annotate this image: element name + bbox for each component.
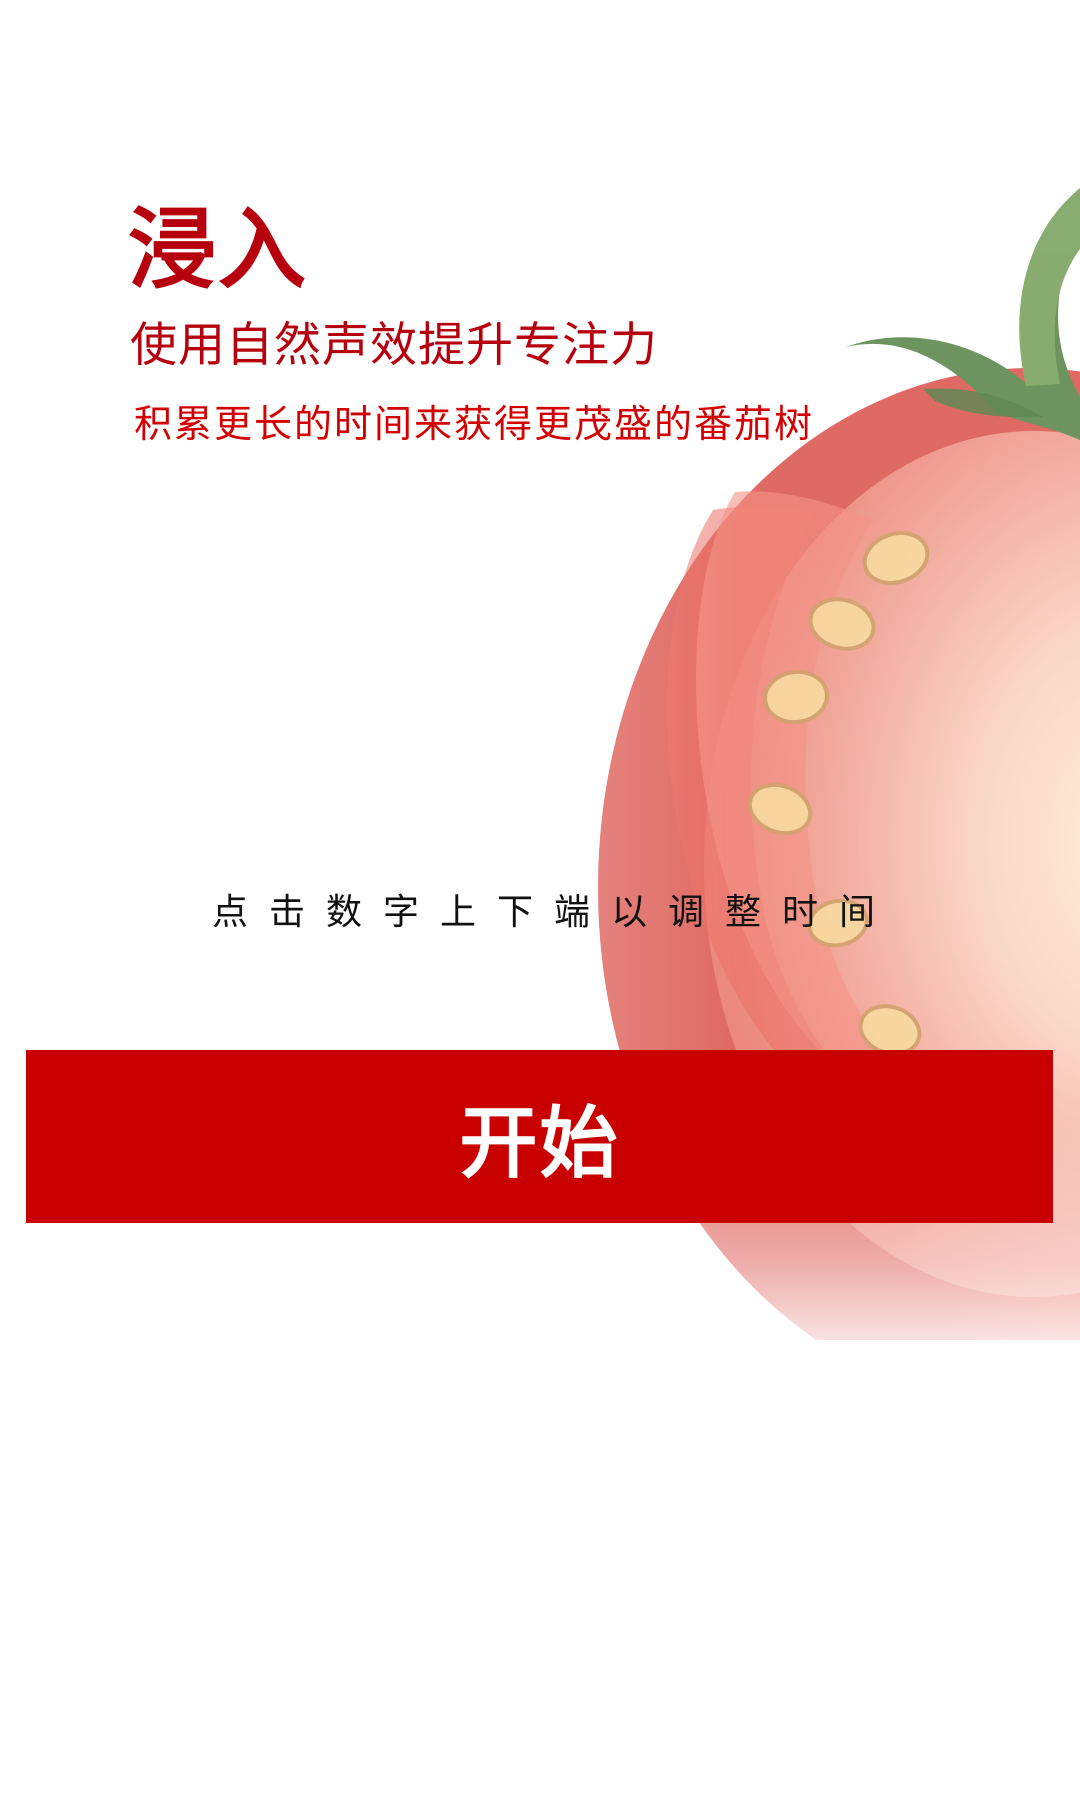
page-subtitle: 使用自然声效提升专注力 [130, 318, 658, 373]
app-screen: 浸入 使用自然声效提升专注力 积累更长的时间来获得更茂盛的番茄树 点击数字上下端… [0, 0, 1080, 1794]
page-title: 浸入 [128, 198, 309, 301]
tagline: 积累更长的时间来获得更茂盛的番茄树 [134, 402, 815, 446]
time-adjust-hint: 点击数字上下端以调整时间 [212, 892, 897, 933]
start-button[interactable]: 开始 [26, 1050, 1053, 1223]
